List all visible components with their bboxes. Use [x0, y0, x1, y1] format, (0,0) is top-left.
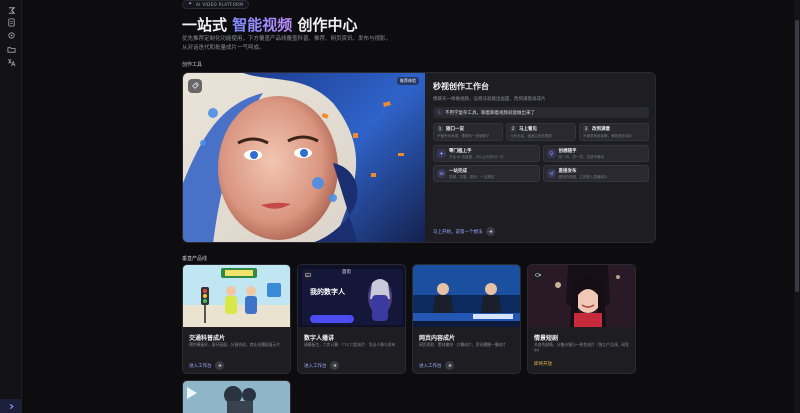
page-title: 一站式 智能视频 创作中心: [182, 14, 358, 35]
title-highlight: 智能视频: [232, 16, 293, 34]
featured-card-subtitle: 像聊天一样做视频，设想法就能出画面，改到满意再成片: [433, 97, 546, 102]
start-link-label: 马上开始，说第一个想法: [433, 229, 483, 235]
main-content: ✦ AI VIDEO PLATFORM 一站式 智能视频 创作中心 优先推荐定制…: [22, 0, 794, 413]
thumb-label: 首页: [342, 270, 351, 275]
layers-icon: [437, 169, 446, 178]
step-card: 3 改到满意 不满意就继续聊，满意就去成片: [579, 123, 649, 141]
arrow-right-icon: [485, 227, 495, 236]
folder-icon[interactable]: [5, 43, 17, 55]
info-icon: ⓘ: [437, 110, 443, 116]
thumb-heading: 我的数字人: [310, 288, 345, 296]
card-title: 数字人播讲: [304, 335, 335, 342]
benefit-desc: 改一句，改一张，灵感不断线: [558, 154, 605, 159]
recommend-tag: 推荐体验: [397, 77, 419, 85]
benefit-desc: 做好的视频，立即投入直播成片: [558, 174, 608, 179]
gear-icon[interactable]: [5, 29, 17, 41]
scrollbar-thumb[interactable]: [795, 20, 799, 292]
title-suffix: 创作中心: [297, 16, 358, 34]
benefit-desc: 剪辑、字幕、配乐，一站搞定: [449, 174, 495, 179]
step-number: 1: [437, 126, 443, 132]
feature-icon: [188, 79, 202, 93]
card-link-label: 进入工作台: [189, 363, 212, 369]
card-link-label: 进入工作台: [304, 363, 327, 369]
step-desc: 不满意就继续聊，满意就去成片: [583, 134, 632, 138]
products-section-label: 垂直产品线: [182, 256, 208, 262]
coming-soon-link[interactable]: 即将开放: [534, 361, 552, 367]
page-description: 优先推荐定制化功能使用，下方覆盖产品线覆盖科普、推荐、网页资讯、发布与视影，从对…: [182, 36, 392, 51]
step-desc: 几秒出结，画面立即在眼前: [510, 134, 552, 138]
product-card-digital-human[interactable]: 首页 我的数字人 数字人播讲 请模板生，六步计算 · TTS 口型成片 · 导出…: [297, 264, 406, 374]
card-description: 预约模板好，客开画面，分镜合成，商业化播报展示片: [189, 342, 281, 347]
product-card-short-drama[interactable]: 情景短剧 关各色剧情，分集分镜与一致性成片（独立产品线，研发中） 即将开放: [527, 264, 636, 374]
start-link[interactable]: 马上开始，说第一个想法: [433, 227, 495, 236]
scrollbar[interactable]: [794, 0, 800, 413]
card-link-label: 进入工作台: [419, 363, 442, 369]
lightbulb-icon: [546, 149, 556, 158]
benefit-item: 零门槛上手 不会 AI 也能做，可以让你多问一次: [433, 145, 540, 162]
enter-workbench-link[interactable]: 进入工作台: [419, 361, 454, 370]
featured-card-title: 秒视创作工作台: [433, 82, 489, 91]
step-title: 马上看见: [519, 127, 537, 132]
send-icon: [546, 169, 556, 178]
steps-row: 1 随口一说 不懂专业术语，像聊天一样就够了 2 马上看见 几秒出结，画面立即在眼前…: [433, 123, 649, 141]
sparkle-icon: ✦: [188, 1, 193, 7]
traffic-thumbnail: [183, 265, 290, 327]
film-thumbnail: [183, 381, 290, 413]
card-description: 请模板生，六步计算 · TTS 口型成片 · 导出人像与发布: [304, 342, 396, 347]
step-title: 改到满意: [592, 127, 610, 132]
document-icon[interactable]: [5, 16, 17, 28]
card-description: 关各色剧情，分集分镜与一致性成片（独立产品线，研发中）: [534, 342, 629, 353]
benefit-desc: 不会 AI 也能做，可以让你多问一次: [449, 154, 504, 159]
featured-artwork: [183, 73, 425, 242]
title-prefix: 一站式: [182, 16, 228, 34]
benefit-title: 直接发布: [558, 168, 577, 174]
benefit-item: 创想随手 改一句，改一张，灵感不断线: [542, 145, 649, 162]
benefit-item: 直接发布 做好的视频，立即投入直播成片: [542, 165, 649, 182]
product-card-film[interactable]: [182, 380, 291, 413]
benefit-title: 创想随手: [558, 148, 577, 154]
step-title: 随口一说: [446, 127, 464, 132]
step-card: 2 马上看见 几秒出结，画面立即在眼前: [506, 123, 576, 141]
arrow-right-icon: [329, 361, 339, 370]
featured-note-text: 不用学复杂工具，聊着聊着视频就能做出来了: [445, 110, 536, 116]
step-number: 3: [583, 126, 589, 132]
card-title: 交通科普成片: [189, 335, 226, 342]
translate-icon[interactable]: [5, 56, 17, 68]
drama-thumbnail: [528, 265, 635, 327]
arrow-right-icon: [444, 361, 454, 370]
product-card-traffic[interactable]: 交通科普成片 预约模板好，客开画面，分镜合成，商业化播报展示片 进入工作台: [182, 264, 291, 374]
platform-badge-label: AI VIDEO PLATFORM: [196, 2, 244, 7]
product-card-web-content[interactable]: 网页内容成片 网页抓取 · 素材编排 · 口播成片，资讯播播一播成片 进入工作台: [412, 264, 521, 374]
benefit-item: 一站完成 剪辑、字幕、配乐，一站搞定: [433, 165, 540, 182]
logo-icon[interactable]: [5, 4, 17, 16]
step-number: 2: [510, 126, 516, 132]
enter-workbench-link[interactable]: 进入工作台: [189, 361, 224, 370]
step-card: 1 随口一说 不懂专业术语，像聊天一样就够了: [433, 123, 503, 141]
arrow-right-icon: [214, 361, 224, 370]
step-desc: 不懂专业术语，像聊天一样就够了: [437, 134, 490, 138]
rocket-icon: [191, 82, 199, 90]
platform-badge: ✦ AI VIDEO PLATFORM: [182, 0, 250, 9]
benefits-grid: 零门槛上手 不会 AI 也能做，可以让你多问一次 创想随手 改一句，改一张，灵感不断…: [433, 145, 649, 182]
news-thumbnail: [413, 265, 520, 327]
enter-workbench-link[interactable]: 进入工作台: [304, 361, 339, 370]
card-link-label: 即将开放: [534, 362, 552, 367]
sparkle-icon: [437, 149, 446, 158]
tools-section-label: 创作工具: [182, 62, 203, 68]
chevron-right-icon: [8, 403, 15, 410]
sidebar: [0, 0, 22, 413]
benefit-title: 零门槛上手: [449, 148, 472, 154]
featured-note: ⓘ 不用学复杂工具，聊着聊着视频就能做出来了: [433, 107, 649, 118]
card-title: 情景短剧: [534, 335, 559, 342]
featured-workbench-card[interactable]: 推荐体验 秒视创作工作台 像聊天一样做视频，设想法就能出画面，改到满意再成片 ⓘ…: [182, 72, 656, 243]
card-title: 网页内容成片: [419, 335, 456, 342]
featured-card-body: 秒视创作工作台 像聊天一样做视频，设想法就能出画面，改到满意再成片 ⓘ 不用学复…: [433, 81, 649, 239]
expand-sidebar-button[interactable]: [0, 399, 22, 413]
image-icon: [303, 270, 313, 280]
card-description: 网页抓取 · 素材编排 · 口播成片，资讯播播一播成片: [419, 342, 506, 347]
video-icon: [533, 270, 543, 280]
benefit-title: 一站完成: [449, 168, 467, 174]
